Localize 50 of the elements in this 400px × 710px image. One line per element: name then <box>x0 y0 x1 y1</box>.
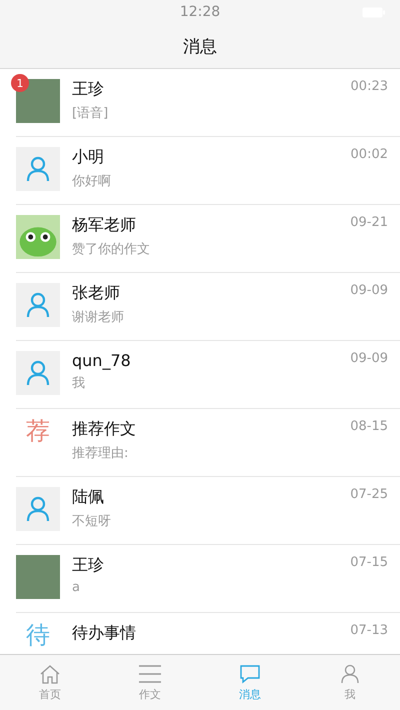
message-time: 09-21 <box>350 215 388 230</box>
conversation-item[interactable]: 小明 你好啊 00:02 <box>0 137 400 205</box>
contact-name: qun_78 <box>72 351 131 370</box>
message-preview: 赞了你的作文 <box>72 241 150 258</box>
message-preview: 推荐理由: <box>72 445 128 462</box>
menu-icon <box>138 664 162 684</box>
contact-name: 推荐作文 <box>72 419 136 440</box>
person-icon <box>26 496 50 522</box>
contact-name: 陆佩 <box>72 487 104 508</box>
contact-name: 小明 <box>72 147 104 168</box>
message-preview: 谢谢老师 <box>72 309 124 326</box>
person-icon <box>26 156 50 182</box>
nav-title: 消息 <box>183 36 217 58</box>
chat-icon <box>239 664 261 684</box>
photo-placeholder <box>16 79 60 123</box>
home-icon <box>39 664 61 684</box>
person-icon <box>340 664 360 684</box>
message-preview: [语音] <box>72 105 108 122</box>
message-time: 07-25 <box>350 487 388 502</box>
conversation-item[interactable]: 荐 推荐作文 推荐理由: 08-15 <box>0 409 400 477</box>
cartoon-avatar-icon <box>16 215 60 259</box>
message-time: 08-15 <box>350 419 388 434</box>
person-icon <box>26 360 50 386</box>
conversation-item[interactable]: qun_78 我 09-09 <box>0 341 400 409</box>
message-time: 07-15 <box>350 555 388 570</box>
conversation-item[interactable]: 陆佩 不短呀 07-25 <box>0 477 400 545</box>
message-time: 00:02 <box>350 147 388 162</box>
conversation-item[interactable]: 1 王珍 [语音] 00:23 <box>0 69 400 137</box>
message-time: 07-13 <box>350 623 388 638</box>
message-preview: 我 <box>72 375 85 392</box>
contact-name: 杨军老师 <box>72 215 136 236</box>
avatar-glyph: 荐 <box>26 419 50 443</box>
unread-badge: 1 <box>11 74 29 92</box>
message-time: 09-09 <box>350 351 388 366</box>
message-time: 00:23 <box>350 79 388 94</box>
conversation-item[interactable]: 张老师 谢谢老师 09-09 <box>0 273 400 341</box>
message-preview: 你好啊 <box>72 173 111 190</box>
contact-name: 待办事情 <box>72 623 136 644</box>
avatar-glyph: 待 <box>26 623 50 647</box>
contact-name: 张老师 <box>72 283 120 304</box>
person-icon <box>26 292 50 318</box>
message-time: 09-09 <box>350 283 388 298</box>
message-preview: a <box>72 580 80 595</box>
conversation-item[interactable]: 杨军老师 赞了你的作文 09-21 <box>0 205 400 273</box>
status-time: 12:28 <box>180 4 220 20</box>
message-preview: 不短呀 <box>72 513 111 530</box>
conversation-item[interactable]: 王珍 a 07-15 <box>0 545 400 613</box>
photo-placeholder <box>16 555 60 599</box>
contact-name: 王珍 <box>72 555 104 576</box>
contact-name: 王珍 <box>72 79 104 100</box>
